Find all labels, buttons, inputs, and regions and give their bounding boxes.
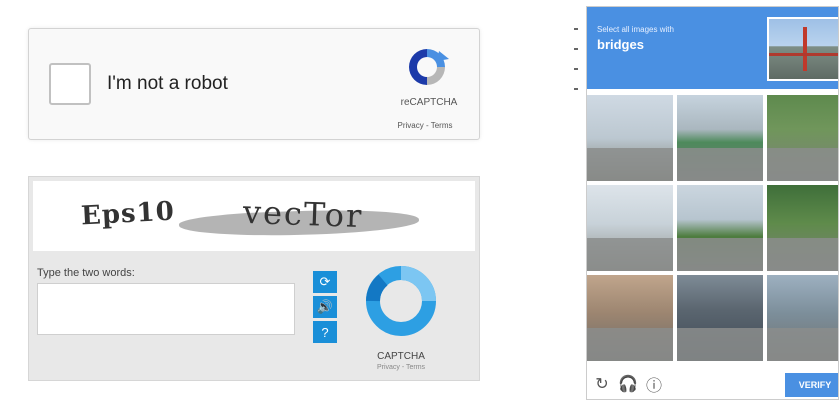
image-tile[interactable]: [677, 185, 763, 271]
challenge-instruction: Select all images with: [597, 25, 674, 34]
text-captcha-widget: Eps10 vecTor Type the two words: ⟳ 🔊 ? C…: [28, 176, 480, 381]
edge-marks: [574, 10, 580, 110]
image-tile[interactable]: [767, 185, 838, 271]
refresh-icon[interactable]: ⟳: [313, 271, 337, 293]
captcha-ring-logo-icon: [366, 266, 436, 336]
recaptcha-logo-icon: [409, 49, 449, 85]
privacy-terms-links[interactable]: Privacy - Terms: [373, 121, 477, 130]
captcha-image: Eps10 vecTor: [33, 181, 475, 251]
captcha-brand: CAPTCHA: [377, 351, 425, 362]
image-tile[interactable]: [587, 185, 673, 271]
captcha-word-2: vecTor: [242, 192, 364, 236]
verify-button[interactable]: VERIFY: [785, 373, 838, 397]
captcha-sub-links[interactable]: Privacy - Terms: [351, 364, 451, 371]
image-tile[interactable]: [767, 275, 838, 361]
image-tile[interactable]: [587, 95, 673, 181]
image-tile[interactable]: [587, 275, 673, 361]
challenge-image-grid: [587, 95, 838, 361]
challenge-target: bridges: [597, 37, 644, 52]
help-icon[interactable]: ?: [313, 321, 337, 343]
challenge-footer: ↻ 🎧 ⓘ VERIFY: [587, 367, 838, 399]
sample-bridge-image: [767, 17, 838, 81]
challenge-header: Select all images with bridges: [587, 7, 838, 89]
reload-icon[interactable]: ↻: [593, 375, 611, 393]
image-challenge-widget: Select all images with bridges ↻ 🎧 ⓘ VER…: [586, 6, 839, 400]
audio-icon[interactable]: 🔊: [313, 296, 337, 318]
not-robot-checkbox[interactable]: [49, 63, 91, 105]
captcha-word-1: Eps10: [80, 196, 176, 232]
image-tile[interactable]: [677, 95, 763, 181]
image-tile[interactable]: [767, 95, 838, 181]
captcha-prompt: Type the two words:: [37, 267, 135, 279]
audio-challenge-icon[interactable]: 🎧: [618, 375, 638, 393]
recaptcha-checkbox-widget: I'm not a robot reCAPTCHA Privacy - Term…: [28, 28, 480, 140]
captcha-answer-input[interactable]: [37, 283, 295, 335]
recaptcha-brand: reCAPTCHA: [400, 97, 458, 108]
info-icon[interactable]: ⓘ: [645, 375, 663, 395]
image-tile[interactable]: [677, 275, 763, 361]
not-robot-label: I'm not a robot: [107, 73, 228, 94]
